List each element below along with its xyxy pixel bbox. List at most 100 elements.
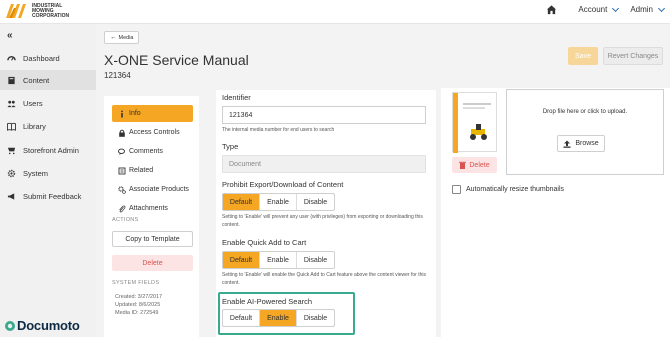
media-id: Media ID: 272549 bbox=[115, 310, 159, 316]
export-label: Prohibit Export/Download of Content bbox=[222, 180, 344, 189]
created-date: Created: 3/27/2017 bbox=[115, 294, 163, 300]
export-help: Setting to 'Enable' will prevent any use… bbox=[222, 214, 423, 228]
menu-item-comments[interactable]: Comments bbox=[112, 143, 193, 160]
menu-item-info[interactable]: Info bbox=[112, 105, 193, 122]
menu-item-attachments[interactable]: Attachments bbox=[112, 200, 193, 217]
dropzone-text: Drop file here or click to upload. bbox=[542, 109, 628, 115]
revert-changes-button[interactable]: Revert Changes bbox=[603, 47, 663, 65]
thumbnail-band bbox=[453, 93, 458, 153]
top-right-nav: Account Admin bbox=[546, 4, 666, 15]
system-fields-label: SYSTEM FIELDS bbox=[112, 280, 160, 286]
sidebar-item-submit-feedback[interactable]: Submit Feedback bbox=[0, 186, 96, 206]
export-option-disable[interactable]: Disable bbox=[297, 194, 334, 210]
arrow-left-icon: ← bbox=[110, 34, 117, 41]
comments-icon bbox=[118, 148, 126, 156]
book-icon bbox=[7, 76, 16, 85]
library-icon bbox=[7, 122, 16, 131]
sidebar-item-users[interactable]: Users bbox=[0, 93, 96, 113]
delete-content-button[interactable]: Delete bbox=[112, 255, 193, 271]
export-toggle: Default Enable Disable bbox=[222, 193, 335, 211]
documoto-logo: Documoto bbox=[4, 318, 80, 333]
menu-item-label: Comments bbox=[129, 148, 163, 155]
menu-item-label: Access Controls bbox=[129, 129, 180, 136]
menu-item-label: Related bbox=[129, 167, 154, 174]
type-field: Document bbox=[222, 155, 426, 173]
identifier-label: Identifier bbox=[222, 93, 251, 102]
related-icon bbox=[118, 167, 126, 175]
identifier-help: The internal media number for end users … bbox=[222, 127, 335, 133]
account-label: Account bbox=[578, 5, 608, 14]
ai-search-highlight bbox=[218, 292, 355, 335]
chevron-down-icon bbox=[612, 4, 620, 12]
account-menu[interactable]: Account bbox=[578, 4, 620, 14]
main-content: ← Media X-ONE Service Manual 121364 Save… bbox=[96, 24, 670, 337]
dashboard-icon bbox=[7, 54, 16, 63]
menu-item-label: Attachments bbox=[129, 205, 168, 212]
save-button[interactable]: Save bbox=[568, 47, 598, 65]
storefront-icon bbox=[7, 146, 16, 155]
info-icon bbox=[118, 110, 126, 118]
updated-date: Updated: 8/6/2025 bbox=[115, 302, 161, 308]
sidebar-item-label: Library bbox=[23, 121, 46, 131]
documoto-logo-mark bbox=[5, 320, 15, 331]
menu-item-access-controls[interactable]: Access Controls bbox=[112, 124, 193, 141]
sidebar-item-label: Content bbox=[23, 75, 50, 85]
upload-dropzone[interactable]: Drop file here or click to upload. Brows… bbox=[506, 89, 664, 175]
back-label: Media bbox=[118, 34, 134, 41]
menu-item-related[interactable]: Related bbox=[112, 162, 193, 179]
upload-icon bbox=[563, 140, 571, 148]
quick-add-option-disable[interactable]: Disable bbox=[297, 252, 334, 268]
auto-resize-option[interactable]: Automatically resize thumbnails bbox=[452, 185, 564, 194]
sidebar-item-label: Submit Feedback bbox=[23, 191, 82, 201]
page-subtitle: 121364 bbox=[104, 71, 131, 80]
sidebar-item-label: Storefront Admin bbox=[23, 145, 79, 155]
page-title: X-ONE Service Manual bbox=[104, 52, 249, 68]
quick-add-label: Enable Quick Add to Cart bbox=[222, 238, 307, 247]
sidebar-item-label: Dashboard bbox=[23, 53, 60, 63]
sidebar-item-storefront-admin[interactable]: Storefront Admin bbox=[0, 140, 96, 160]
collapse-sidebar-icon[interactable]: « bbox=[7, 30, 13, 41]
admin-menu[interactable]: Admin bbox=[630, 4, 666, 14]
auto-resize-checkbox[interactable] bbox=[452, 185, 461, 194]
quick-add-option-default[interactable]: Default bbox=[223, 252, 260, 268]
thumbnail-line bbox=[463, 103, 491, 105]
chevron-down-icon bbox=[657, 4, 666, 12]
users-icon bbox=[7, 99, 16, 108]
home-icon[interactable] bbox=[546, 4, 557, 15]
browse-label: Browse bbox=[575, 140, 599, 147]
gear-icon bbox=[7, 169, 16, 178]
quick-add-help: Setting to 'Enable' will enable the Quic… bbox=[222, 272, 426, 286]
gears-icon bbox=[118, 185, 126, 194]
menu-item-label: Info bbox=[129, 110, 141, 117]
delete-thumbnail-label: Delete bbox=[469, 161, 490, 169]
sidebar: « Dashboard Content Users Library Storef… bbox=[0, 24, 96, 337]
menu-item-label: Associate Products bbox=[129, 186, 189, 193]
copy-to-template-button[interactable]: Copy to Template bbox=[112, 231, 193, 247]
company-logo[interactable]: INDUSTRIAL MOWING CORPORATION bbox=[6, 3, 78, 19]
top-bar: INDUSTRIAL MOWING CORPORATION Account Ad… bbox=[0, 0, 670, 24]
export-option-enable[interactable]: Enable bbox=[260, 194, 297, 210]
admin-label: Admin bbox=[630, 5, 653, 14]
actions-section-label: ACTIONS bbox=[112, 217, 139, 223]
export-option-default[interactable]: Default bbox=[223, 194, 260, 210]
thumbnail-image bbox=[452, 92, 497, 153]
sidebar-item-label: Users bbox=[23, 98, 43, 108]
quick-add-option-enable[interactable]: Enable bbox=[260, 252, 297, 268]
lock-icon bbox=[118, 129, 126, 137]
trash-icon bbox=[459, 161, 467, 169]
thumbnail-line bbox=[463, 107, 485, 109]
menu-item-associate-products[interactable]: Associate Products bbox=[112, 181, 193, 198]
browse-button[interactable]: Browse bbox=[557, 135, 605, 152]
quick-add-toggle: Default Enable Disable bbox=[222, 251, 335, 269]
documoto-logo-text: Documoto bbox=[17, 318, 80, 333]
delete-thumbnail-button[interactable]: Delete bbox=[452, 157, 497, 173]
megaphone-icon bbox=[7, 192, 16, 201]
paperclip-icon bbox=[118, 205, 126, 213]
sidebar-item-system[interactable]: System bbox=[0, 163, 96, 183]
mower-illustration bbox=[470, 124, 487, 140]
sidebar-item-library[interactable]: Library bbox=[0, 116, 96, 136]
back-to-media-button[interactable]: ← Media bbox=[104, 31, 140, 44]
sidebar-item-dashboard[interactable]: Dashboard bbox=[0, 48, 96, 68]
identifier-field[interactable]: 121364 bbox=[222, 106, 426, 124]
sidebar-item-content[interactable]: Content bbox=[0, 70, 96, 90]
